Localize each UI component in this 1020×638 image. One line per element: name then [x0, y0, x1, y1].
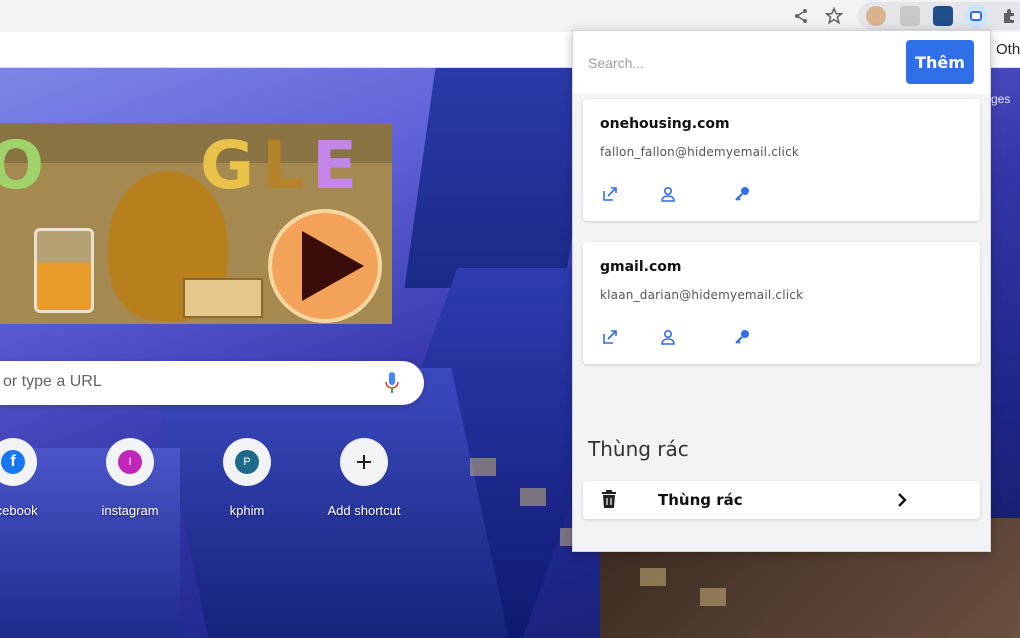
key-icon[interactable] [731, 183, 753, 205]
chevron-right-icon [898, 493, 907, 507]
building-window [640, 568, 666, 586]
shortcut-instagram[interactable]: I instagram [73, 438, 183, 528]
doodle-letter: E [312, 127, 358, 204]
plus-icon [357, 455, 371, 469]
user-icon[interactable] [657, 183, 679, 205]
account-domain: onehousing.com [600, 116, 730, 132]
ntp-search-box[interactable]: or type a URL [0, 361, 424, 405]
google-doodle[interactable]: O G L E [0, 123, 392, 324]
shortcut-label: Add shortcut [327, 503, 401, 518]
other-bookmarks-link[interactable]: Oth [996, 41, 1020, 58]
extension-avatar-icon[interactable] [866, 6, 886, 26]
account-card: onehousing.com fallon_fallon@hidemyemail… [583, 99, 980, 221]
puzzle-extensions-icon[interactable] [997, 4, 1020, 28]
doodle-box [183, 278, 263, 318]
search-placeholder: or type a URL [3, 373, 102, 390]
trash-heading: Thùng rác [588, 437, 689, 461]
account-email: fallon_fallon@hidemyemail.click [600, 145, 800, 159]
add-shortcut-button[interactable]: Add shortcut [307, 438, 417, 528]
key-icon[interactable] [731, 326, 753, 348]
open-link-icon[interactable] [599, 326, 621, 348]
open-link-icon[interactable] [599, 183, 621, 205]
kphim-icon: P [235, 450, 259, 474]
share-icon[interactable] [789, 4, 813, 28]
shortcut-label: kphim [229, 503, 265, 518]
shortcut-label: acebook [0, 503, 38, 518]
shortcut-facebook[interactable]: f acebook [0, 438, 66, 528]
bookmark-star-icon[interactable] [822, 4, 846, 28]
account-email: klaan_darian@hidemyemail.click [600, 288, 804, 302]
doodle-letter: L [262, 127, 305, 204]
trash-row[interactable]: Thùng rác [583, 481, 980, 519]
microphone-icon[interactable] [385, 372, 399, 394]
trash-icon [602, 490, 616, 508]
shortcut-tile: f [0, 438, 37, 486]
user-icon[interactable] [657, 326, 679, 348]
add-button[interactable]: Thêm [906, 40, 974, 84]
extension-photo-icon[interactable] [900, 6, 920, 26]
instagram-icon: I [118, 450, 142, 474]
extension-email-icon[interactable] [964, 4, 988, 28]
doodle-letter: O [0, 127, 45, 204]
browser-toolbar [0, 0, 1020, 32]
shortcut-tile: P [223, 438, 271, 486]
popup-header: Thêm [573, 31, 990, 94]
shortcut-label: instagram [101, 503, 159, 518]
facebook-icon: f [1, 450, 25, 474]
popup-search-input[interactable] [588, 46, 898, 80]
account-domain: gmail.com [600, 259, 682, 275]
trash-label: Thùng rác [658, 491, 743, 509]
account-card: gmail.com klaan_darian@hidemyemail.click [583, 242, 980, 364]
building-window [700, 588, 726, 606]
play-button[interactable] [268, 209, 382, 323]
background-building [404, 68, 596, 288]
extension-blue-icon[interactable] [933, 6, 953, 26]
doodle-letter: G [200, 127, 255, 204]
shortcut-kphim[interactable]: P kphim [190, 438, 300, 528]
bubble-tea-cup [34, 228, 94, 313]
partial-text: ges [991, 92, 1011, 106]
building-window [470, 458, 496, 476]
play-icon [302, 231, 364, 301]
shortcut-tile [340, 438, 388, 486]
email-extension-popup: Thêm onehousing.com fallon_fallon@hidemy… [572, 30, 991, 552]
building-window [520, 488, 546, 506]
shortcut-tile: I [106, 438, 154, 486]
